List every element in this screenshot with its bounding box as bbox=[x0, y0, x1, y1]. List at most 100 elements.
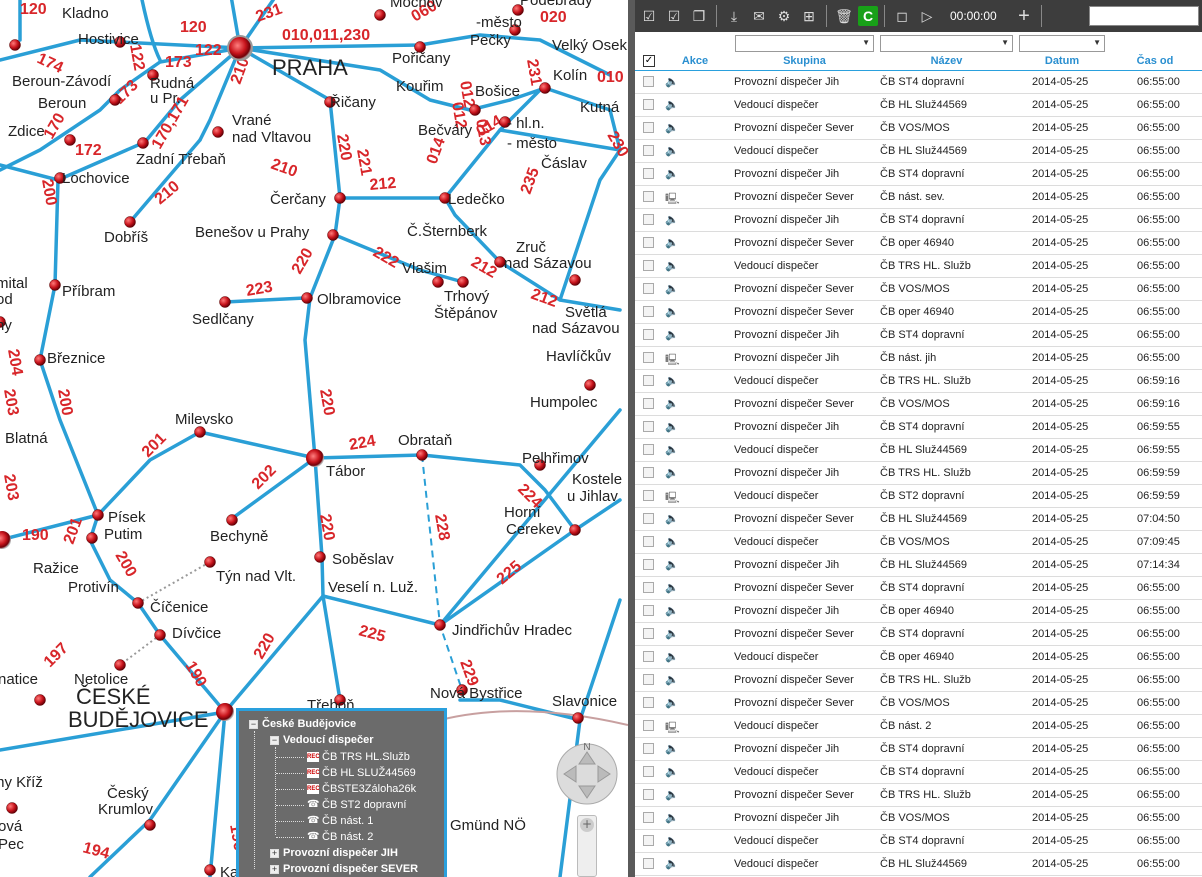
speaker-icon[interactable]: 🔈 bbox=[665, 305, 679, 318]
station-marker[interactable] bbox=[374, 9, 386, 21]
add-box-icon[interactable]: ⊞ bbox=[798, 5, 820, 27]
table-row[interactable]: 🔈 Provozní dispečer Sever ČB ST4 dopravní 2… bbox=[635, 577, 1202, 600]
row-checkbox[interactable] bbox=[643, 835, 654, 846]
table-row[interactable]: 🔈 Provozní dispečer Sever ČB HL Služ44569 2… bbox=[635, 508, 1202, 531]
station-marker[interactable] bbox=[204, 864, 216, 876]
speaker-icon[interactable]: 🔈 bbox=[665, 75, 679, 88]
row-checkbox[interactable] bbox=[643, 628, 654, 639]
table-row[interactable]: 🔈 Provozní dispečer Jih ČB oper 46940 2014-… bbox=[635, 600, 1202, 623]
zoom-in-icon[interactable]: + bbox=[580, 818, 594, 832]
add-button[interactable]: + bbox=[1013, 5, 1035, 27]
station-marker[interactable] bbox=[457, 276, 469, 288]
table-row[interactable]: 🔈 Provozní dispečer Jih ČB VOS/MOS 2014-05-… bbox=[635, 807, 1202, 830]
speaker-icon[interactable]: 🔈 bbox=[665, 374, 679, 387]
speaker-icon[interactable]: 🔈 bbox=[665, 788, 679, 801]
row-checkbox[interactable] bbox=[643, 766, 654, 777]
filter-skupina-select[interactable] bbox=[735, 35, 874, 52]
table-row[interactable]: 🔈 Provozní dispečer Sever ČB oper 46940 201… bbox=[635, 301, 1202, 324]
table-row[interactable]: 🔈 Provozní dispečer Sever ČB VOS/MOS 2014-0… bbox=[635, 692, 1202, 715]
table-row[interactable]: 🔈 Vedoucí dispečer ČB TRS HL. Služb 2014-05… bbox=[635, 255, 1202, 278]
station-marker[interactable] bbox=[92, 509, 104, 521]
row-checkbox[interactable] bbox=[643, 122, 654, 133]
table-row[interactable]: 🔈 Vedoucí dispečer ČB TRS HL. Služb 2014-05… bbox=[635, 370, 1202, 393]
row-checkbox[interactable] bbox=[643, 789, 654, 800]
speaker-icon[interactable]: 🔈 bbox=[665, 696, 679, 709]
table-row[interactable]: 🔈 Provozní dispečer Sever ČB TRS HL. Služb… bbox=[635, 784, 1202, 807]
row-checkbox[interactable] bbox=[643, 674, 654, 685]
row-checkbox[interactable] bbox=[643, 191, 654, 202]
table-row[interactable]: 🔈 Provozní dispečer Jih ČB TRS HL. Služb 20… bbox=[635, 462, 1202, 485]
station-marker[interactable] bbox=[137, 137, 149, 149]
table-row[interactable]: 🔈 Provozní dispečer Jih ČB ST4 dopravní 201… bbox=[635, 324, 1202, 347]
table-row[interactable]: 🖳 Provozní dispečer Jih ČB nást. jih 2014-0… bbox=[635, 347, 1202, 370]
row-checkbox[interactable] bbox=[643, 467, 654, 478]
tree-group-vedouci[interactable]: − Vedoucí dispečer bbox=[270, 733, 373, 747]
station-marker[interactable] bbox=[109, 94, 121, 106]
table-row[interactable]: 🔈 Provozní dispečer Jih ČB ST4 dopravní 201… bbox=[635, 209, 1202, 232]
monitor-icon[interactable]: 🖳 bbox=[665, 489, 680, 504]
zoom-slider[interactable]: + bbox=[577, 815, 597, 877]
tree-item[interactable]: REC ČB HL SLUŽ44569 bbox=[307, 766, 416, 780]
pan-control[interactable]: N bbox=[554, 738, 620, 808]
speaker-icon[interactable]: 🔈 bbox=[665, 121, 679, 134]
speaker-icon[interactable]: 🔈 bbox=[665, 857, 679, 870]
header-nazev[interactable]: Název bbox=[880, 55, 1013, 67]
table-row[interactable]: 🔈 Provozní dispečer Jih ČB HL Služ44569 201… bbox=[635, 554, 1202, 577]
row-checkbox[interactable] bbox=[643, 513, 654, 524]
refresh-button[interactable]: C bbox=[858, 6, 878, 26]
station-marker[interactable] bbox=[64, 134, 76, 146]
station-marker[interactable] bbox=[194, 426, 206, 438]
station-marker[interactable] bbox=[416, 449, 428, 461]
row-checkbox[interactable] bbox=[643, 168, 654, 179]
station-marker[interactable] bbox=[204, 556, 216, 568]
table-row[interactable]: 🔈 Provozní dispečer Sever ČB ST4 dopravní 2… bbox=[635, 623, 1202, 646]
stop-icon[interactable]: ◻ bbox=[891, 5, 913, 27]
station-marker[interactable] bbox=[9, 39, 21, 51]
speaker-icon[interactable]: 🔈 bbox=[665, 144, 679, 157]
speaker-icon[interactable]: 🔈 bbox=[665, 259, 679, 272]
table-row[interactable]: 🔈 Provozní dispečer Jih ČB ST4 dopravní 201… bbox=[635, 416, 1202, 439]
speaker-icon[interactable]: 🔈 bbox=[665, 834, 679, 847]
search-input[interactable] bbox=[1089, 6, 1199, 26]
table-row[interactable]: 🔈 Provozní dispečer Jih ČB ST4 dopravní 201… bbox=[635, 71, 1202, 94]
station-marker[interactable] bbox=[0, 531, 11, 549]
header-akce[interactable]: Akce bbox=[673, 55, 717, 67]
table-row[interactable]: 🔈 Vedoucí dispečer ČB oper 46940 2014-05-25… bbox=[635, 646, 1202, 669]
row-checkbox[interactable] bbox=[643, 283, 654, 294]
speaker-icon[interactable]: 🔈 bbox=[665, 443, 679, 456]
station-marker[interactable] bbox=[569, 524, 581, 536]
trash-icon[interactable]: 🗑 bbox=[833, 5, 855, 27]
row-checkbox[interactable] bbox=[643, 352, 654, 363]
monitor-icon[interactable]: 🖳 bbox=[665, 719, 680, 734]
row-checkbox[interactable] bbox=[643, 582, 654, 593]
copy-icon[interactable]: ❐ bbox=[688, 5, 710, 27]
station-marker[interactable] bbox=[584, 379, 596, 391]
station-marker[interactable] bbox=[569, 274, 581, 286]
table-row[interactable]: 🔈 Provozní dispečer Sever ČB VOS/MOS 2014-0… bbox=[635, 278, 1202, 301]
row-checkbox[interactable] bbox=[643, 421, 654, 432]
collapse-icon[interactable]: − bbox=[249, 719, 258, 729]
download-icon[interactable]: ⤓ bbox=[723, 5, 745, 27]
table-row[interactable]: 🔈 Provozní dispečer Jih ČB ST4 dopravní 201… bbox=[635, 738, 1202, 761]
speaker-icon[interactable]: 🔈 bbox=[665, 420, 679, 433]
station-marker[interactable] bbox=[301, 292, 313, 304]
table-row[interactable]: 🖳 Provozní dispečer Sever ČB nást. sev. 201… bbox=[635, 186, 1202, 209]
tree-item[interactable]: ☎ ČB nást. 1 bbox=[307, 814, 373, 828]
row-checkbox[interactable] bbox=[643, 260, 654, 271]
station-marker[interactable] bbox=[132, 597, 144, 609]
header-datum[interactable]: Datum bbox=[1019, 55, 1105, 67]
monitor-icon[interactable]: 🖳 bbox=[665, 351, 680, 366]
row-checkbox[interactable] bbox=[643, 605, 654, 616]
table-row[interactable]: 🔈 Vedoucí dispečer ČB HL Služ44569 2014-05-… bbox=[635, 140, 1202, 163]
speaker-icon[interactable]: 🔈 bbox=[665, 98, 679, 111]
speaker-icon[interactable]: 🔈 bbox=[665, 397, 679, 410]
row-checkbox[interactable] bbox=[643, 858, 654, 869]
speaker-icon[interactable]: 🔈 bbox=[665, 765, 679, 778]
table-row[interactable]: 🖳 Vedoucí dispečer ČB nást. 2 2014-05-25 06:… bbox=[635, 715, 1202, 738]
speaker-icon[interactable]: 🔈 bbox=[665, 650, 679, 663]
tree-item[interactable]: REC ČB TRS HL.Služb bbox=[307, 750, 410, 764]
row-checkbox[interactable] bbox=[643, 375, 654, 386]
speaker-icon[interactable]: 🔈 bbox=[665, 581, 679, 594]
row-checkbox[interactable] bbox=[643, 743, 654, 754]
row-checkbox[interactable] bbox=[643, 444, 654, 455]
